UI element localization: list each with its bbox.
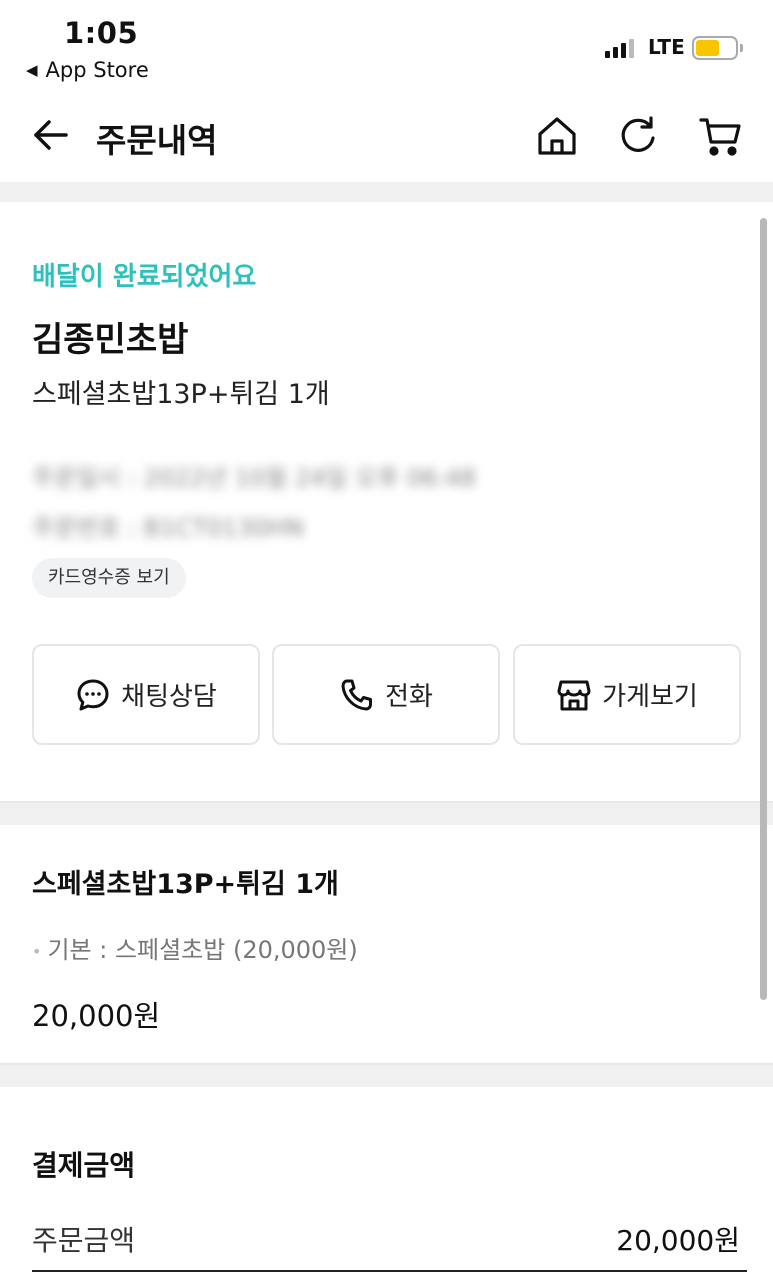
battery-icon — [692, 36, 738, 60]
back-arrow-icon[interactable] — [30, 114, 72, 156]
cart-icon[interactable] — [698, 114, 742, 158]
section-gap — [0, 803, 773, 825]
nav-bar: 주문내역 — [0, 92, 773, 182]
section-gap — [0, 182, 773, 202]
chat-consult-label: 채팅상담 — [121, 682, 217, 712]
status-time: 1:05 — [64, 16, 139, 50]
menu-item-price: 20,000원 — [32, 999, 161, 1033]
store-name: 김종민초밥 — [32, 320, 189, 360]
phone-icon — [341, 679, 373, 710]
menu-item-option: • 기본 : 스페셜초밥 (20,000원) — [32, 930, 358, 965]
page-title: 주문내역 — [96, 121, 218, 160]
payment-divider — [32, 1270, 747, 1272]
back-app-label: App Store — [45, 58, 149, 82]
order-number: 주문번호 : B1CT0130HN — [32, 514, 304, 542]
signal-strength-icon — [605, 38, 634, 58]
card-receipt-button[interactable]: 카드영수증 보기 — [32, 558, 186, 598]
status-bar: 1:05 ◀ App Store LTE — [0, 0, 773, 92]
delivery-status: 배달이 완료되었어요 — [32, 262, 257, 292]
call-label: 전화 — [385, 682, 433, 712]
chat-consult-button[interactable]: 채팅상담 — [32, 644, 260, 745]
order-amount-label: 주문금액 — [32, 1224, 136, 1257]
back-to-app-store-link[interactable]: ◀ App Store — [26, 58, 149, 82]
view-store-button[interactable]: 가게보기 — [513, 644, 741, 745]
back-triangle-icon: ◀ — [26, 61, 38, 79]
refresh-icon[interactable] — [616, 114, 660, 158]
menu-option-text: 기본 : 스페셜초밥 (20,000원) — [47, 936, 358, 964]
view-store-label: 가게보기 — [602, 682, 698, 712]
payment-title: 결제금액 — [32, 1149, 136, 1182]
scrollbar[interactable] — [760, 218, 767, 1000]
network-type: LTE — [648, 35, 685, 59]
chat-icon — [77, 679, 109, 710]
bullet-dot: • — [32, 941, 42, 961]
order-datetime: 주문일시 : 2022년 10월 24일 오후 06:48 — [32, 464, 476, 492]
store-icon — [557, 680, 591, 710]
order-amount-value: 20,000원 — [616, 1224, 740, 1257]
menu-item-title: 스페셜초밥13P+튀김 1개 — [32, 869, 339, 900]
section-gap — [0, 1065, 773, 1087]
battery-tip — [740, 44, 743, 52]
call-button[interactable]: 전화 — [272, 644, 500, 745]
home-icon[interactable] — [535, 114, 579, 158]
order-summary: 스페셜초밥13P+튀김 1개 — [32, 379, 330, 410]
